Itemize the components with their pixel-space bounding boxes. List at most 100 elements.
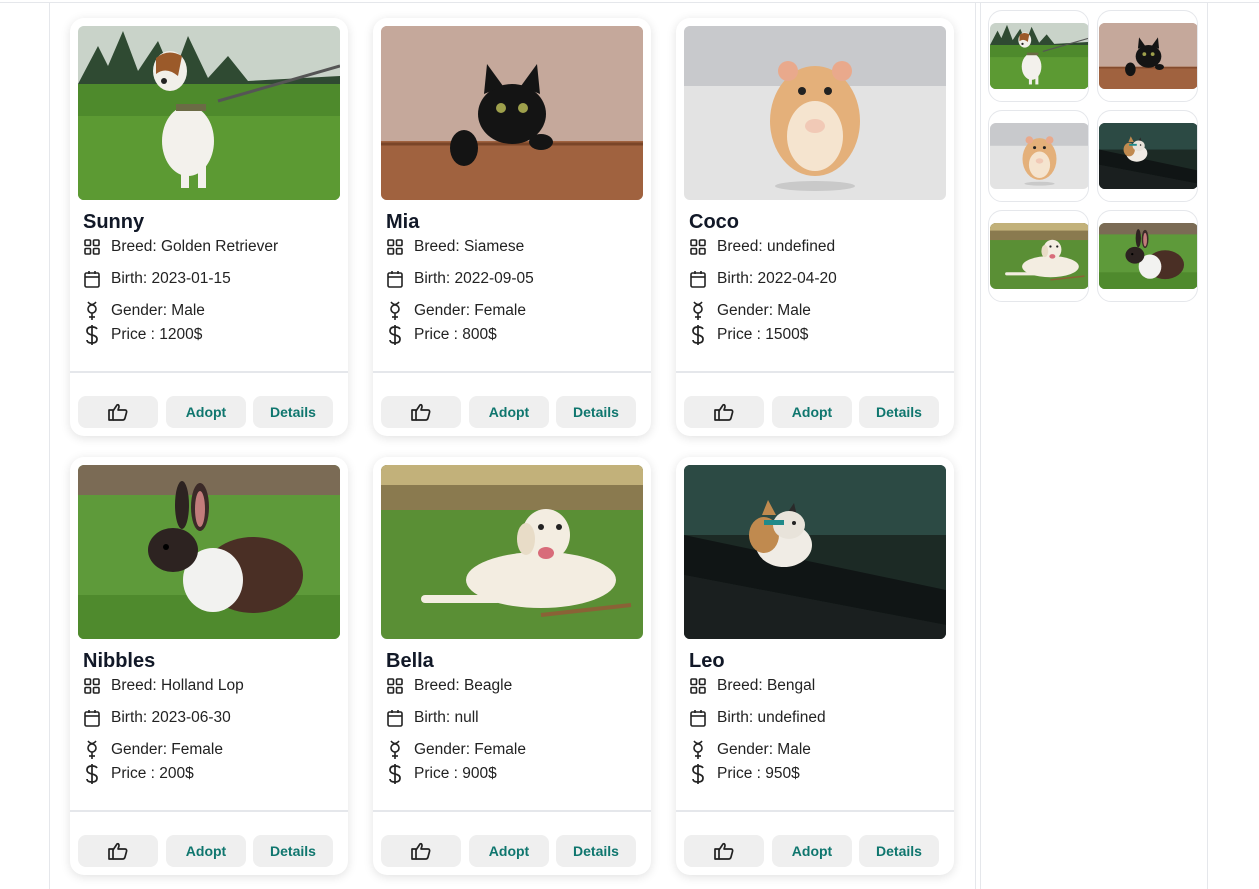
black-cat-photo (381, 26, 643, 200)
adopt-button[interactable]: Adopt (772, 835, 852, 867)
birth-text: Birth: 2022-09-05 (414, 270, 534, 287)
birth-text: Birth: 2022-04-20 (717, 270, 837, 287)
gender-text: Gender: Male (717, 302, 811, 319)
dollar-icon (689, 764, 707, 784)
thumbnail-card[interactable] (1097, 210, 1198, 302)
pet-card: Coco Breed: undefined Birth: 2022-04-20 … (676, 18, 954, 436)
breed-text: Breed: Holland Lop (111, 677, 244, 694)
calico-cat-photo (1099, 123, 1197, 189)
dog-leash-photo (78, 26, 340, 200)
card-divider (373, 371, 651, 373)
thumbnail-card[interactable] (988, 110, 1089, 202)
gender-row: Gender: Male (689, 740, 811, 760)
details-button[interactable]: Details (859, 835, 939, 867)
breed-row: Breed: Beagle (386, 676, 512, 696)
gender-icon (386, 740, 404, 760)
price-text: Price : 950$ (717, 765, 800, 782)
white-dog-photo (381, 465, 643, 639)
birth-text: Birth: 2023-01-15 (111, 270, 231, 287)
calendar-icon (689, 269, 707, 289)
grid-icon (386, 237, 404, 257)
details-button[interactable]: Details (253, 835, 333, 867)
hamster-photo (990, 123, 1088, 189)
gender-row: Gender: Male (83, 301, 205, 321)
thumbnail-card[interactable] (988, 10, 1089, 102)
birth-row: Birth: 2023-06-30 (83, 708, 231, 728)
adopt-button[interactable]: Adopt (469, 396, 549, 428)
price-text: Price : 1200$ (111, 326, 203, 343)
like-button[interactable] (78, 396, 158, 428)
details-button[interactable]: Details (556, 396, 636, 428)
breed-row: Breed: Golden Retriever (83, 237, 278, 257)
thumbs-up-icon (714, 842, 734, 860)
birth-row: Birth: null (386, 708, 479, 728)
price-text: Price : 800$ (414, 326, 497, 343)
adopt-button[interactable]: Adopt (772, 396, 852, 428)
birth-text: Birth: 2023-06-30 (111, 709, 231, 726)
gender-row: Gender: Female (386, 740, 526, 760)
like-button[interactable] (684, 835, 764, 867)
dollar-icon (386, 764, 404, 784)
thumbs-up-icon (714, 403, 734, 421)
calendar-icon (386, 708, 404, 728)
white-dog-photo (990, 223, 1088, 289)
calendar-icon (83, 269, 101, 289)
birth-text: Birth: undefined (717, 709, 826, 726)
birth-text: Birth: null (414, 709, 479, 726)
pet-name: Sunny (83, 211, 145, 233)
pet-name: Coco (689, 211, 739, 233)
thumbs-up-icon (411, 842, 431, 860)
pet-name: Nibbles (83, 650, 156, 672)
pet-name: Leo (689, 650, 725, 672)
price-text: Price : 1500$ (717, 326, 809, 343)
adopt-button[interactable]: Adopt (166, 396, 246, 428)
details-button[interactable]: Details (253, 396, 333, 428)
price-text: Price : 200$ (111, 765, 194, 782)
gender-icon (386, 301, 404, 321)
like-button[interactable] (381, 835, 461, 867)
pet-card: Leo Breed: Bengal Birth: undefined Gende… (676, 457, 954, 875)
calendar-icon (83, 708, 101, 728)
adopt-button[interactable]: Adopt (166, 835, 246, 867)
dollar-icon (83, 325, 101, 345)
like-button[interactable] (78, 835, 158, 867)
details-button[interactable]: Details (859, 396, 939, 428)
pet-card: Bella Breed: Beagle Birth: null Gender: … (373, 457, 651, 875)
sidebar-right-border (1207, 2, 1208, 889)
card-divider (676, 371, 954, 373)
column-divider (975, 2, 976, 889)
gender-row: Gender: Female (83, 740, 223, 760)
gender-text: Gender: Female (111, 741, 223, 758)
calendar-icon (386, 269, 404, 289)
card-divider (70, 371, 348, 373)
gender-row: Gender: Female (386, 301, 526, 321)
gender-icon (83, 740, 101, 760)
details-button[interactable]: Details (556, 835, 636, 867)
pet-name: Mia (386, 211, 420, 233)
dog-leash-photo (990, 23, 1088, 89)
price-text: Price : 900$ (414, 765, 497, 782)
gender-icon (689, 740, 707, 760)
grid-icon (689, 237, 707, 257)
price-row: Price : 1500$ (689, 325, 808, 345)
thumbnail-card[interactable] (988, 210, 1089, 302)
top-border (0, 2, 1259, 3)
gender-icon (83, 301, 101, 321)
breed-row: Breed: Bengal (689, 676, 815, 696)
like-button[interactable] (381, 396, 461, 428)
card-divider (373, 810, 651, 812)
thumbnail-card[interactable] (1097, 110, 1198, 202)
thumbnail-card[interactable] (1097, 10, 1198, 102)
pet-card: Mia Breed: Siamese Birth: 2022-09-05 Gen… (373, 18, 651, 436)
breed-text: Breed: undefined (717, 238, 836, 255)
like-button[interactable] (684, 396, 764, 428)
gender-text: Gender: Male (111, 302, 205, 319)
dollar-icon (83, 764, 101, 784)
birth-row: Birth: 2022-09-05 (386, 269, 534, 289)
gender-text: Gender: Female (414, 741, 526, 758)
sidebar-left-border (980, 2, 981, 889)
pet-card: Sunny Breed: Golden Retriever Birth: 202… (70, 18, 348, 436)
adopt-button[interactable]: Adopt (469, 835, 549, 867)
price-row: Price : 1200$ (83, 325, 202, 345)
breed-text: Breed: Bengal (717, 677, 816, 694)
